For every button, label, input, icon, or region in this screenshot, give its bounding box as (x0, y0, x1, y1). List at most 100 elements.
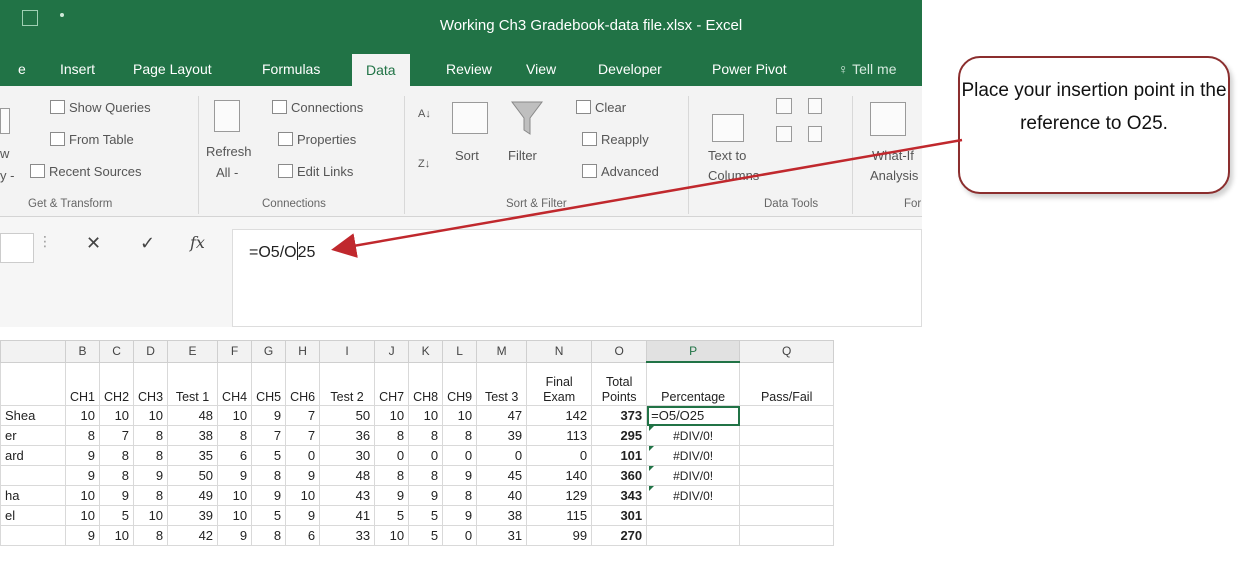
properties-button[interactable]: Properties (278, 132, 356, 147)
score-cell[interactable]: 10 (99, 405, 135, 426)
student-name-cell[interactable]: Shea (0, 405, 66, 426)
score-cell[interactable]: 10 (64, 505, 101, 526)
total-points-cell[interactable]: 101 (591, 445, 648, 466)
header-cell[interactable]: Test 1 (167, 361, 219, 406)
score-cell[interactable]: 0 (476, 445, 528, 466)
score-cell[interactable]: 115 (526, 505, 593, 526)
enter-icon[interactable]: ✓ (140, 233, 155, 254)
filter-icon[interactable] (510, 100, 544, 138)
score-cell[interactable]: 7 (251, 425, 287, 446)
column-header[interactable]: Q (739, 340, 835, 363)
formula-input[interactable]: =O5/O25 (232, 229, 922, 327)
score-cell[interactable]: 9 (374, 485, 410, 506)
student-name-cell[interactable]: er (0, 425, 66, 446)
score-cell[interactable]: 8 (64, 425, 101, 446)
score-cell[interactable]: 5 (408, 525, 444, 546)
score-cell[interactable]: 8 (99, 445, 135, 466)
column-header[interactable]: H (285, 340, 321, 363)
score-cell[interactable]: 7 (285, 405, 321, 426)
score-cell[interactable]: 30 (319, 445, 376, 466)
score-cell[interactable]: 39 (476, 425, 528, 446)
pass-fail-cell[interactable] (739, 505, 835, 526)
consolidate-icon[interactable] (808, 98, 822, 114)
column-header[interactable]: N (526, 340, 593, 363)
header-cell[interactable]: Final Exam (526, 361, 593, 406)
percentage-cell[interactable]: #DIV/0! (646, 425, 741, 446)
reapply-button[interactable]: Reapply (582, 132, 649, 147)
column-header[interactable]: F (217, 340, 253, 363)
score-cell[interactable]: 8 (442, 485, 478, 506)
pass-fail-cell[interactable] (739, 425, 835, 446)
header-cell[interactable]: Percentage (646, 361, 741, 406)
score-cell[interactable]: 5 (99, 505, 135, 526)
score-cell[interactable]: 10 (217, 505, 253, 526)
score-cell[interactable]: 8 (374, 465, 410, 486)
flash-fill-icon[interactable] (776, 98, 792, 114)
insert-function-icon[interactable]: fx (190, 233, 205, 252)
sort-z-a-icon[interactable]: Z↓ (418, 158, 430, 170)
student-name-cell[interactable] (0, 525, 66, 546)
score-cell[interactable]: 10 (374, 525, 410, 546)
sort-button[interactable]: Sort (455, 148, 479, 163)
total-points-cell[interactable]: 373 (591, 405, 648, 426)
score-cell[interactable]: 6 (285, 525, 321, 546)
from-table-button[interactable]: From Table (50, 132, 134, 147)
header-cell[interactable]: Test 2 (319, 361, 376, 406)
column-header[interactable]: D (133, 340, 169, 363)
percentage-cell[interactable] (646, 505, 741, 526)
score-cell[interactable]: 99 (526, 525, 593, 546)
score-cell[interactable]: 9 (64, 445, 101, 466)
student-name-cell[interactable] (0, 465, 66, 486)
score-cell[interactable]: 8 (133, 485, 169, 506)
sort-dialog-icon[interactable] (452, 102, 488, 134)
column-header[interactable]: P (646, 340, 741, 363)
column-header[interactable]: I (319, 340, 376, 363)
score-cell[interactable]: 10 (64, 405, 101, 426)
percentage-cell[interactable]: #DIV/0! (646, 465, 741, 486)
score-cell[interactable]: 5 (251, 505, 287, 526)
score-cell[interactable]: 9 (442, 465, 478, 486)
name-box[interactable] (0, 233, 34, 263)
score-cell[interactable]: 9 (251, 405, 287, 426)
score-cell[interactable]: 10 (64, 485, 101, 506)
refresh-all-label[interactable]: Refresh (206, 144, 252, 159)
edit-links-button[interactable]: Edit Links (278, 164, 353, 179)
header-cell[interactable]: Total Points (591, 361, 648, 406)
score-cell[interactable]: 33 (319, 525, 376, 546)
column-header[interactable]: B (64, 340, 101, 363)
column-header[interactable]: O (591, 340, 648, 363)
column-header[interactable]: E (167, 340, 219, 363)
score-cell[interactable]: 39 (167, 505, 219, 526)
score-cell[interactable]: 8 (133, 445, 169, 466)
score-cell[interactable]: 0 (442, 525, 478, 546)
show-queries-button[interactable]: Show Queries (50, 100, 151, 115)
score-cell[interactable]: 9 (99, 485, 135, 506)
score-cell[interactable]: 50 (319, 405, 376, 426)
score-cell[interactable]: 40 (476, 485, 528, 506)
text-to-columns-label-2[interactable]: Columns (708, 168, 759, 183)
header-cell[interactable]: CH8 (408, 361, 444, 406)
sort-a-z-icon[interactable]: A↓ (418, 108, 431, 120)
tab-data[interactable]: Data (352, 54, 410, 86)
score-cell[interactable]: 10 (408, 405, 444, 426)
cancel-icon[interactable]: ✕ (86, 233, 101, 254)
score-cell[interactable]: 129 (526, 485, 593, 506)
score-cell[interactable]: 113 (526, 425, 593, 446)
text-to-columns-label[interactable]: Text to (708, 148, 746, 163)
column-header[interactable]: C (99, 340, 135, 363)
active-cell-percentage[interactable]: =O5/O25 (646, 405, 741, 426)
score-cell[interactable]: 49 (167, 485, 219, 506)
tab-view[interactable]: View (526, 61, 556, 77)
score-cell[interactable]: 10 (217, 405, 253, 426)
score-cell[interactable]: 38 (476, 505, 528, 526)
score-cell[interactable]: 10 (99, 525, 135, 546)
student-name-cell[interactable]: ha (0, 485, 66, 506)
remove-duplicates-icon[interactable] (776, 126, 792, 142)
total-points-cell[interactable]: 360 (591, 465, 648, 486)
total-points-cell[interactable]: 295 (591, 425, 648, 446)
score-cell[interactable]: 45 (476, 465, 528, 486)
score-cell[interactable]: 8 (408, 465, 444, 486)
tab-review[interactable]: Review (446, 61, 492, 77)
score-cell[interactable]: 47 (476, 405, 528, 426)
header-cell[interactable]: Pass/Fail (739, 361, 835, 406)
